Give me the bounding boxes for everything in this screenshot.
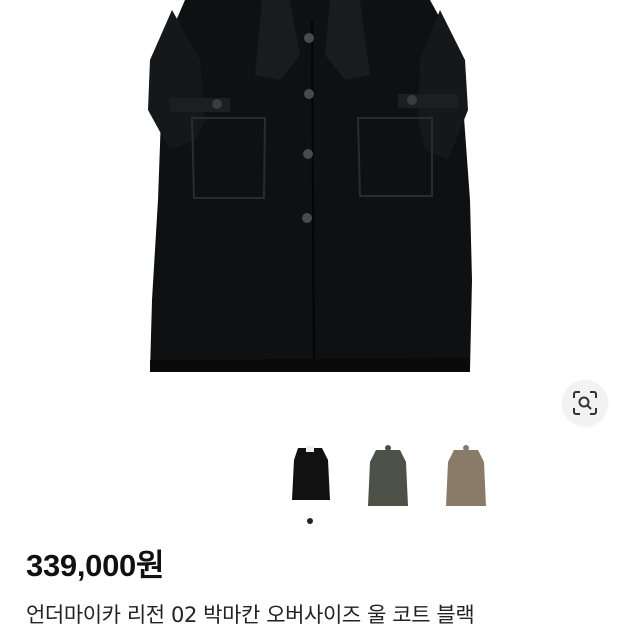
coat-right-cuff-tab — [398, 94, 458, 108]
visual-search-icon — [573, 391, 597, 415]
black-coat-illustration — [148, 0, 472, 372]
visual-search-button[interactable] — [562, 380, 608, 426]
coat-hem — [150, 358, 470, 372]
coat-thumbnail-icon — [284, 440, 336, 512]
coat-cuff-button — [212, 99, 222, 109]
product-title: 언더마이카 리전 02 박마칸 오버사이즈 울 코트 블랙 — [26, 603, 475, 627]
thumbnail-black[interactable] — [284, 440, 336, 512]
coat-thumbnail-icon — [440, 440, 492, 512]
coat-thumbnail-icon — [362, 440, 414, 512]
thumbnail-olive[interactable] — [362, 440, 414, 512]
coat-button — [304, 89, 314, 99]
coat-button — [303, 149, 313, 159]
pagination-dot-active — [307, 518, 313, 524]
product-main-image[interactable] — [0, 0, 620, 430]
image-pagination — [0, 518, 620, 528]
coat-button — [304, 33, 314, 43]
coat-button — [302, 213, 312, 223]
coat-cuff-button — [407, 95, 417, 105]
thumbnail-strip — [0, 440, 620, 512]
thumbnail-taupe[interactable] — [440, 440, 492, 512]
product-price: 339,000원 — [26, 548, 165, 583]
